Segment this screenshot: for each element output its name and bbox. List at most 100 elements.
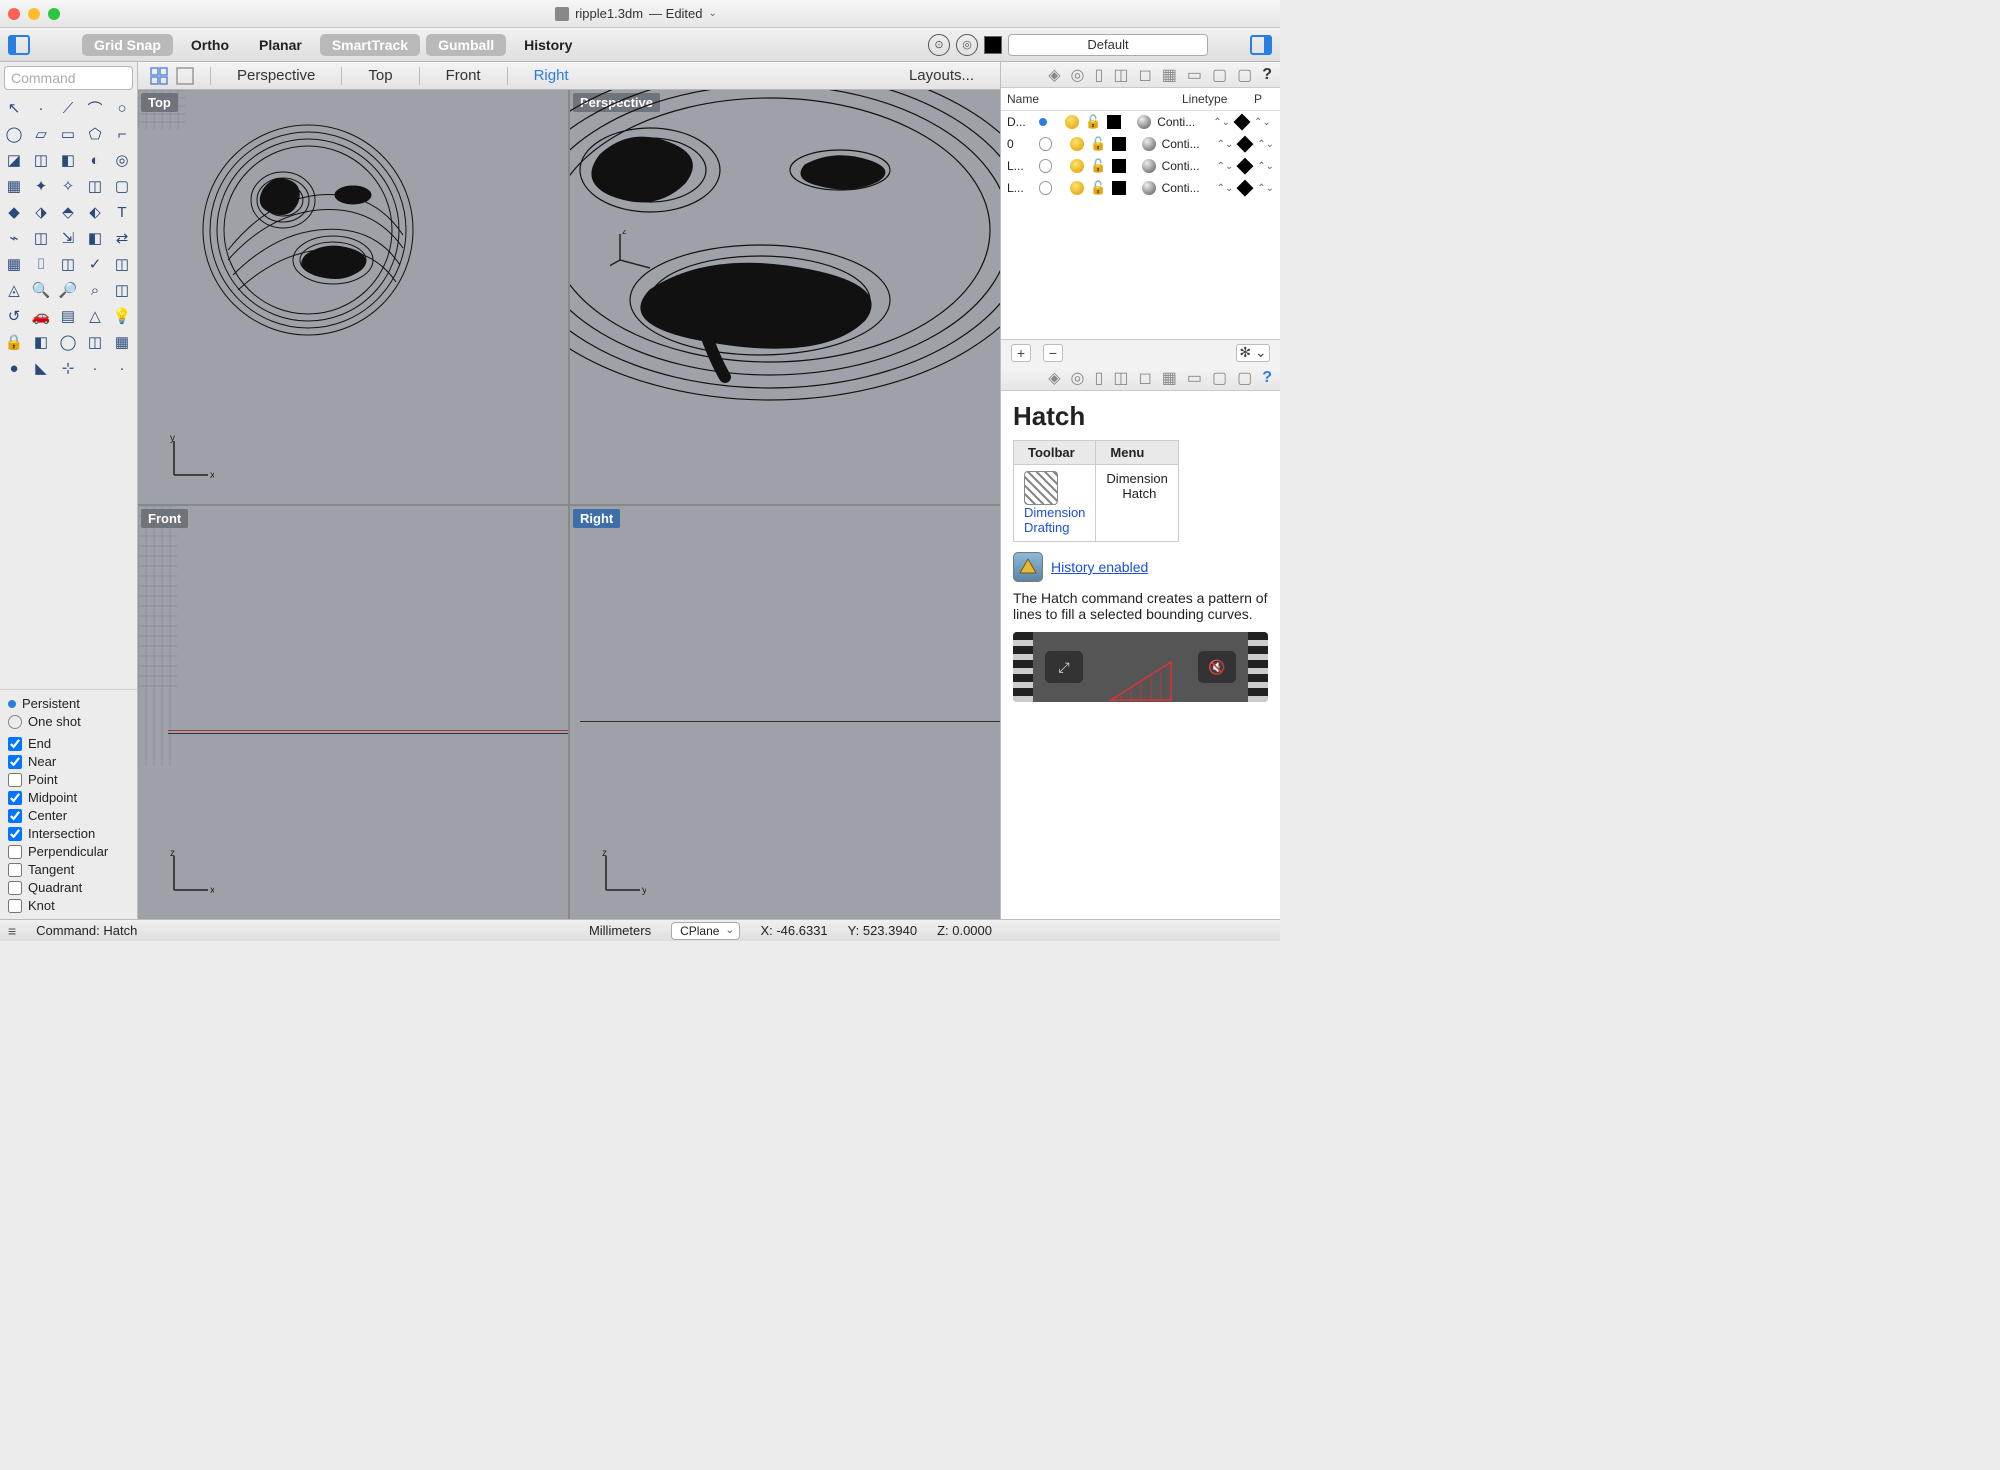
dropdown-icon[interactable]: ⌃⌄: [1217, 183, 1234, 194]
tool-33[interactable]: ✓: [83, 252, 107, 276]
current-layer-radio[interactable]: [1039, 137, 1053, 151]
tool-3[interactable]: ⌒: [83, 96, 107, 120]
osnap-end[interactable]: End: [8, 736, 129, 751]
tool-15[interactable]: ▦: [2, 174, 26, 198]
viewport-perspective[interactable]: Perspective z: [570, 90, 1000, 504]
status-plane-select[interactable]: CPlane: [671, 922, 740, 940]
osnap-quadrant[interactable]: Quadrant: [8, 880, 129, 895]
menu-icon[interactable]: ≡: [8, 923, 16, 939]
zoom-icon[interactable]: [48, 8, 60, 20]
checkbox[interactable]: [8, 899, 22, 913]
checkbox[interactable]: [8, 827, 22, 841]
osnap-near[interactable]: Near: [8, 754, 129, 769]
dropdown-icon[interactable]: ⌃⌄: [1257, 161, 1274, 172]
tool-8[interactable]: ⬠: [83, 122, 107, 146]
visibility-icon[interactable]: [1070, 181, 1084, 195]
tool-32[interactable]: ◫: [56, 252, 80, 276]
remove-layer-button[interactable]: −: [1043, 344, 1063, 362]
tool-29[interactable]: ⇄: [110, 226, 134, 250]
tool-39[interactable]: ◫: [110, 278, 134, 302]
tool-27[interactable]: ⇲: [56, 226, 80, 250]
tool-48[interactable]: ◫: [83, 330, 107, 354]
record-icon[interactable]: ◎: [956, 34, 978, 56]
toggle-planar[interactable]: Planar: [247, 34, 314, 56]
layer-color[interactable]: [1112, 137, 1126, 151]
tool-40[interactable]: ↺: [2, 304, 26, 328]
tool-1[interactable]: ·: [29, 96, 53, 120]
display-icon[interactable]: ▭: [1187, 65, 1202, 85]
print-color[interactable]: [1237, 136, 1254, 153]
tool-46[interactable]: ◧: [29, 330, 53, 354]
checkbox[interactable]: [8, 881, 22, 895]
dropdown-icon[interactable]: ⌃⌄: [1257, 183, 1274, 194]
mute-icon[interactable]: 🔇: [1198, 651, 1236, 683]
linetype-label[interactable]: Conti...: [1162, 137, 1211, 151]
tool-41[interactable]: 🚗: [29, 304, 53, 328]
add-layer-button[interactable]: +: [1011, 344, 1031, 362]
tool-11[interactable]: ◫: [29, 148, 53, 172]
tool-4[interactable]: ○: [110, 96, 134, 120]
tool-37[interactable]: 🔎: [56, 278, 80, 302]
checkbox[interactable]: [8, 845, 22, 859]
lock-icon[interactable]: 🔓: [1090, 180, 1106, 196]
print-color[interactable]: [1237, 158, 1254, 175]
checkbox[interactable]: [8, 863, 22, 877]
osnap-intersection[interactable]: Intersection: [8, 826, 129, 841]
material-icon[interactable]: [1142, 159, 1156, 173]
minimize-icon[interactable]: [28, 8, 40, 20]
tool-34[interactable]: ◫: [110, 252, 134, 276]
tool-5[interactable]: ◯: [2, 122, 26, 146]
tool-54[interactable]: ·: [110, 356, 134, 380]
linetype-label[interactable]: Conti...: [1157, 115, 1207, 129]
viewport-front[interactable]: Front xz: [138, 506, 568, 920]
linetype-label[interactable]: Conti...: [1162, 181, 1211, 195]
layer-row[interactable]: L... 🔓 Conti... ⌃⌄ ⌃⌄: [1001, 177, 1280, 199]
tool-24[interactable]: T: [110, 200, 134, 224]
tool-0[interactable]: ↖: [2, 96, 26, 120]
print-color[interactable]: [1233, 114, 1250, 131]
print-color[interactable]: [1237, 180, 1254, 197]
toggle-left-sidebar[interactable]: [8, 35, 30, 55]
osnap-oneshot[interactable]: One shot: [8, 714, 129, 729]
material-icon[interactable]: [1142, 137, 1156, 151]
grid-icon[interactable]: ▦: [1162, 368, 1177, 388]
visibility-icon[interactable]: [1070, 159, 1084, 173]
tool-23[interactable]: ⬖: [83, 200, 107, 224]
tool-36[interactable]: 🔍: [29, 278, 53, 302]
tool-43[interactable]: △: [83, 304, 107, 328]
osnap-knot[interactable]: Knot: [8, 898, 129, 913]
toggle-gridsnap[interactable]: Grid Snap: [82, 34, 173, 56]
viewtab-top[interactable]: Top: [352, 67, 408, 84]
four-view-icon[interactable]: [148, 65, 170, 87]
lock-icon[interactable]: 🔓: [1085, 114, 1101, 130]
visibility-icon[interactable]: [1065, 115, 1079, 129]
tool-28[interactable]: ◧: [83, 226, 107, 250]
material-icon[interactable]: [1142, 181, 1156, 195]
tool-31[interactable]: ⌷: [29, 252, 53, 276]
dropdown-icon[interactable]: ⌃⌄: [1213, 117, 1230, 128]
lock-icon[interactable]: 🔓: [1090, 136, 1106, 152]
current-layer-radio[interactable]: [1039, 118, 1047, 126]
camera-icon[interactable]: ◻: [1138, 65, 1151, 85]
monitor-icon[interactable]: ▢: [1212, 65, 1227, 85]
page-icon[interactable]: ▯: [1095, 65, 1104, 85]
osnap-point[interactable]: Point: [8, 772, 129, 787]
tool-45[interactable]: 🔒: [2, 330, 26, 354]
close-icon[interactable]: [8, 8, 20, 20]
expand-icon[interactable]: ⤢: [1045, 651, 1083, 683]
viewtab-front[interactable]: Front: [430, 67, 497, 84]
layer-color[interactable]: [1112, 159, 1126, 173]
tool-44[interactable]: 💡: [110, 304, 134, 328]
tool-18[interactable]: ◫: [83, 174, 107, 198]
tool-9[interactable]: ⌐: [110, 122, 134, 146]
visibility-icon[interactable]: [1070, 137, 1084, 151]
layer-color[interactable]: [1107, 115, 1121, 129]
status-units[interactable]: Millimeters: [589, 923, 651, 938]
osnap-midpoint[interactable]: Midpoint: [8, 790, 129, 805]
toggle-gumball[interactable]: Gumball: [426, 34, 506, 56]
toggle-right-sidebar[interactable]: [1250, 35, 1272, 55]
screen-icon[interactable]: ▢: [1237, 65, 1252, 85]
osnap-perpendicular[interactable]: Perpendicular: [8, 844, 129, 859]
dropdown-icon[interactable]: ⌃⌄: [1257, 139, 1274, 150]
layer-options-button[interactable]: ✻ ⌄: [1236, 344, 1270, 362]
